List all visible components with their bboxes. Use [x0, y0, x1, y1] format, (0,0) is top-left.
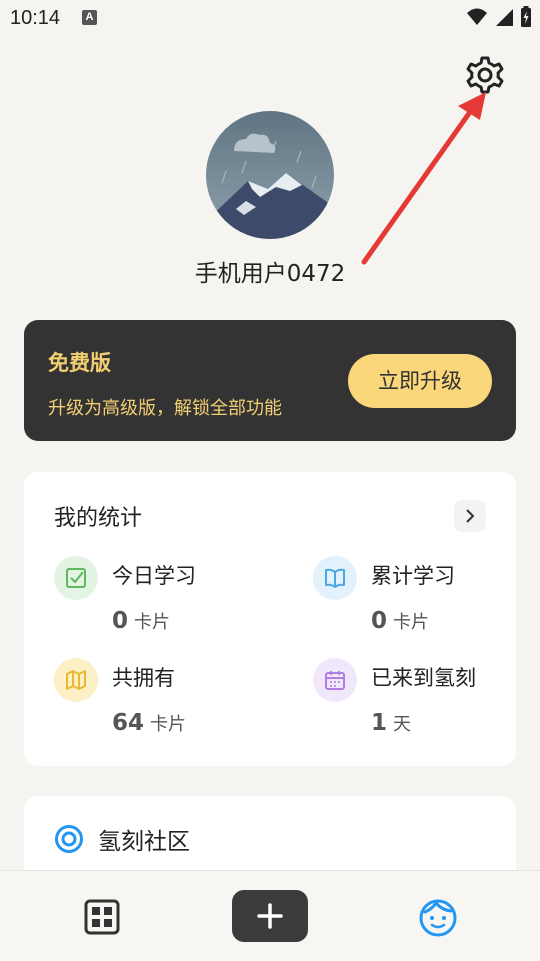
stat-owned-cards[interactable]: 共拥有 64 卡片	[54, 658, 284, 748]
stat-value: 0 卡片	[371, 608, 429, 634]
stat-number: 64	[112, 710, 145, 736]
community-title: 氢刻社区	[98, 829, 190, 855]
cards-icon	[54, 658, 98, 702]
community-target-icon	[55, 825, 83, 853]
book-icon	[313, 556, 357, 600]
stat-total-study[interactable]: 累计学习 0 卡片	[313, 556, 540, 646]
stats-title: 我的统计	[54, 506, 143, 531]
notification-icon: A	[82, 10, 97, 25]
nav-profile-face-icon[interactable]	[418, 897, 458, 937]
premium-title: 免费版	[48, 351, 111, 375]
stat-label: 今日学习	[112, 564, 196, 588]
status-icons	[466, 6, 532, 28]
signal-icon	[496, 9, 513, 26]
stats-card: 我的统计 今日学习 0 卡片 累计学习 0 卡片 共拥有 64 卡片 已来到氢刻 1天	[24, 472, 516, 766]
check-square-icon	[54, 556, 98, 600]
premium-card: 免费版 升级为高级版，解锁全部功能 立即升级	[24, 320, 516, 441]
stat-number: 1	[371, 710, 388, 736]
stat-number: 0	[371, 608, 388, 634]
avatar[interactable]	[206, 111, 334, 239]
chevron-right-icon[interactable]	[454, 500, 486, 532]
stat-value: 64 卡片	[112, 710, 186, 736]
username: 手机用户0472	[194, 261, 346, 287]
stat-value: 0 卡片	[112, 608, 170, 634]
stat-number: 0	[112, 608, 129, 634]
stat-value: 1天	[371, 710, 411, 736]
status-bar: 10:14 A	[0, 0, 540, 36]
calendar-icon	[313, 658, 357, 702]
add-button[interactable]	[232, 890, 308, 942]
stat-unit: 卡片	[150, 714, 187, 735]
stat-label: 已来到氢刻	[371, 666, 476, 690]
settings-gear-icon[interactable]	[463, 53, 507, 97]
stat-unit: 卡片	[134, 612, 171, 633]
stat-today-study[interactable]: 今日学习 0 卡片	[54, 556, 284, 646]
battery-icon	[521, 6, 531, 27]
upgrade-button[interactable]: 立即升级	[348, 354, 492, 408]
nav-home-grid-icon[interactable]	[84, 899, 120, 935]
plus-icon	[257, 903, 283, 929]
wifi-icon	[467, 8, 487, 25]
stat-label: 累计学习	[371, 564, 455, 588]
premium-subtitle: 升级为高级版，解锁全部功能	[48, 398, 282, 419]
stat-days-joined[interactable]: 已来到氢刻 1天	[313, 658, 540, 748]
status-time: 10:14	[10, 7, 61, 29]
stat-label: 共拥有	[112, 666, 175, 690]
stat-unit: 天	[393, 714, 412, 735]
bottom-nav	[0, 870, 540, 961]
stat-unit: 卡片	[393, 612, 430, 633]
